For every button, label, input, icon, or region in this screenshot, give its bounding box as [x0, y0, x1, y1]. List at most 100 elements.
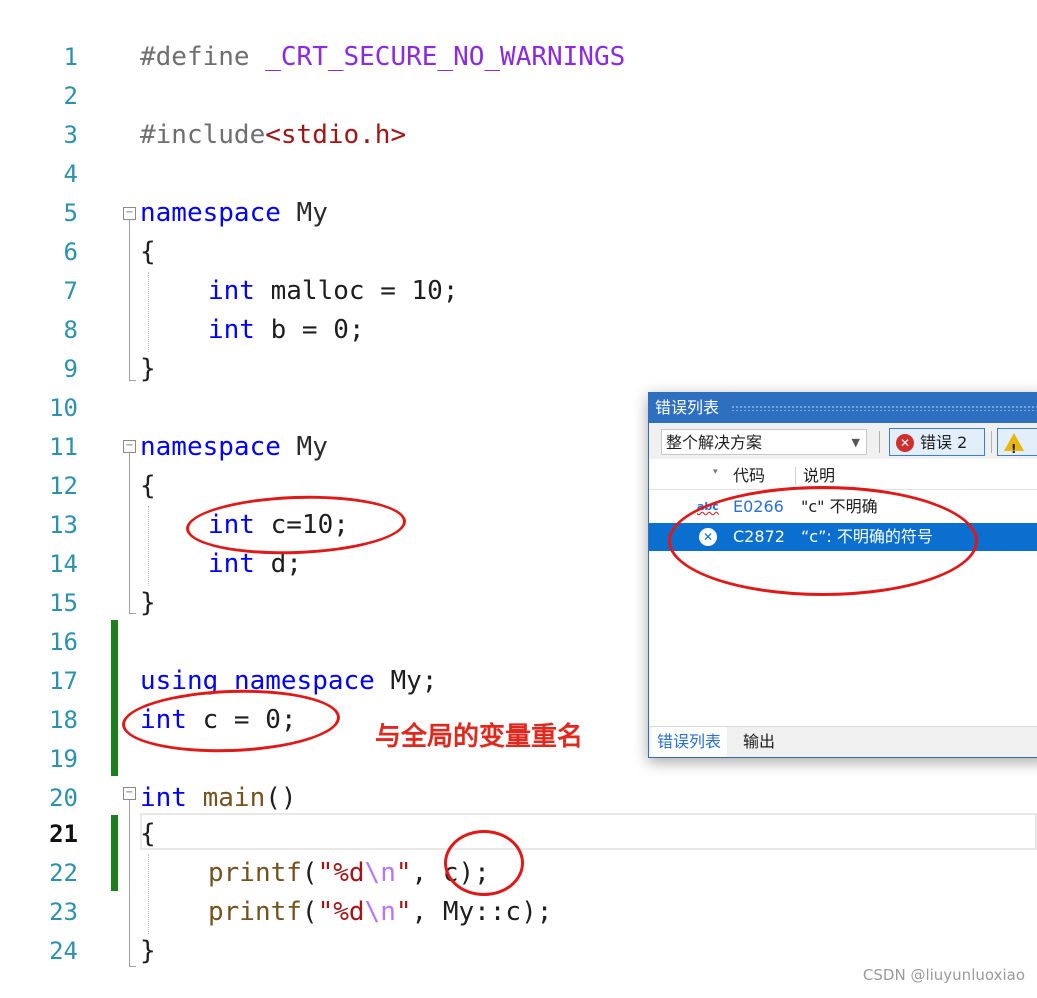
line-number: 6 [63, 238, 78, 266]
change-marker [111, 620, 118, 776]
code-text: b = 0; [254, 315, 365, 345]
indent-guide [148, 854, 149, 934]
string-literal: "%d [317, 897, 365, 927]
line-number: 5 [63, 199, 78, 227]
code-line-6[interactable]: { [140, 233, 156, 272]
include-header: <stdio.h> [265, 120, 407, 150]
preprocessor-directive: #include [140, 120, 266, 150]
title-grip[interactable] [731, 405, 1037, 411]
line-number: 11 [49, 433, 78, 461]
annotation-ellipse [668, 486, 978, 596]
fold-guide [129, 800, 130, 966]
line-number: 3 [63, 121, 78, 149]
warnings-filter-button[interactable]: ! [997, 428, 1037, 456]
errors-filter-label: 错误 2 [920, 433, 968, 452]
code-line-20[interactable]: int main() [140, 779, 297, 818]
keyword: namespace [140, 432, 281, 462]
column-header-code[interactable]: 代码 [733, 463, 765, 489]
code-line-11[interactable]: namespace My [140, 428, 328, 467]
code-line-8[interactable]: int b = 0; [208, 311, 365, 350]
keyword: int [208, 549, 255, 579]
line-number: 14 [49, 550, 78, 578]
code-text: () [265, 783, 297, 813]
collapse-icon[interactable]: − [123, 207, 136, 220]
line-number: 18 [49, 706, 78, 734]
string-literal: " [395, 858, 412, 888]
sort-icon[interactable]: ▾ [713, 459, 718, 485]
collapse-icon[interactable]: − [123, 440, 136, 453]
code-line-15[interactable]: } [140, 584, 156, 623]
line-number: 12 [49, 472, 78, 500]
keyword: namespace [140, 198, 281, 228]
keyword: int [140, 783, 187, 813]
function-name: printf [208, 858, 302, 888]
toolbar-separator [879, 431, 880, 453]
preprocessor-directive: #define [140, 42, 250, 72]
code-text: malloc = 10; [254, 276, 459, 306]
line-number: 1 [63, 43, 78, 71]
line-number: 10 [49, 394, 78, 422]
string-literal: " [395, 897, 412, 927]
fold-guide [129, 453, 130, 613]
keyword: int [208, 276, 255, 306]
fold-guide-end [129, 613, 136, 614]
line-number: 2 [63, 82, 78, 110]
tab-output[interactable]: 输出 [737, 727, 781, 757]
chevron-down-icon: ▼ [851, 436, 860, 449]
code-text: My; [374, 666, 438, 696]
error-list-toolbar: 整个解决方案 ▼ ✕ 错误 2 ! [649, 423, 1037, 459]
collapse-icon[interactable]: − [123, 787, 136, 800]
code-text: ( [301, 858, 318, 888]
change-marker [111, 815, 118, 891]
code-line-1[interactable]: #define _CRT_SECURE_NO_WARNINGS [140, 38, 625, 77]
line-number: 15 [49, 589, 78, 617]
line-number: 4 [63, 160, 78, 188]
line-number: 17 [49, 667, 78, 695]
error-list-tabs: 错误列表 输出 [649, 726, 1037, 757]
fold-guide-end [129, 380, 136, 381]
fold-guide-end [129, 966, 136, 967]
tab-error-list[interactable]: 错误列表 [651, 727, 728, 757]
code-line-12[interactable]: { [140, 467, 156, 506]
code-line-3[interactable]: #include<stdio.h> [140, 116, 406, 155]
line-number: 20 [49, 784, 78, 812]
keyword: int [208, 315, 255, 345]
namespace-name: My [280, 198, 328, 228]
code-text: ( [301, 897, 318, 927]
code-line-7[interactable]: int malloc = 10; [208, 272, 458, 311]
indent-guide [148, 272, 149, 352]
column-divider[interactable] [795, 467, 796, 485]
function-name: main [202, 783, 266, 813]
escape-sequence: \n [364, 858, 396, 888]
string-literal: "%d [317, 858, 365, 888]
annotation-ellipse [185, 492, 407, 558]
code-line-5[interactable]: namespace My [140, 194, 328, 233]
code-line-24[interactable]: } [140, 932, 156, 971]
line-number: 13 [49, 511, 78, 539]
escape-sequence: \n [364, 897, 396, 927]
annotation-ellipse [444, 830, 524, 896]
watermark: CSDN @liuyunluoxiao [862, 966, 1025, 984]
code-line-9[interactable]: } [140, 350, 156, 389]
namespace-name: My [280, 432, 328, 462]
line-number: 16 [49, 628, 78, 656]
toolbar-separator [991, 431, 992, 453]
code-line-23[interactable]: printf("%d\n", My::c); [208, 893, 552, 932]
line-number: 24 [49, 937, 78, 965]
line-number: 22 [49, 859, 78, 887]
line-number: 7 [63, 277, 78, 305]
fold-guide [129, 220, 130, 380]
scope-value: 整个解决方案 [666, 433, 763, 452]
line-number: 8 [63, 316, 78, 344]
scope-dropdown[interactable]: 整个解决方案 ▼ [661, 429, 867, 455]
line-number-current: 21 [49, 820, 78, 848]
error-icon: ✕ [896, 434, 914, 452]
errors-filter-button[interactable]: ✕ 错误 2 [889, 428, 985, 456]
line-number: 23 [49, 898, 78, 926]
function-name: printf [208, 897, 302, 927]
macro-name: _CRT_SECURE_NO_WARNINGS [265, 42, 626, 72]
code-text: , My::c); [411, 897, 553, 927]
line-number: 19 [49, 745, 78, 773]
code-line-21[interactable]: { [140, 815, 156, 854]
current-line-highlight [140, 813, 1037, 850]
